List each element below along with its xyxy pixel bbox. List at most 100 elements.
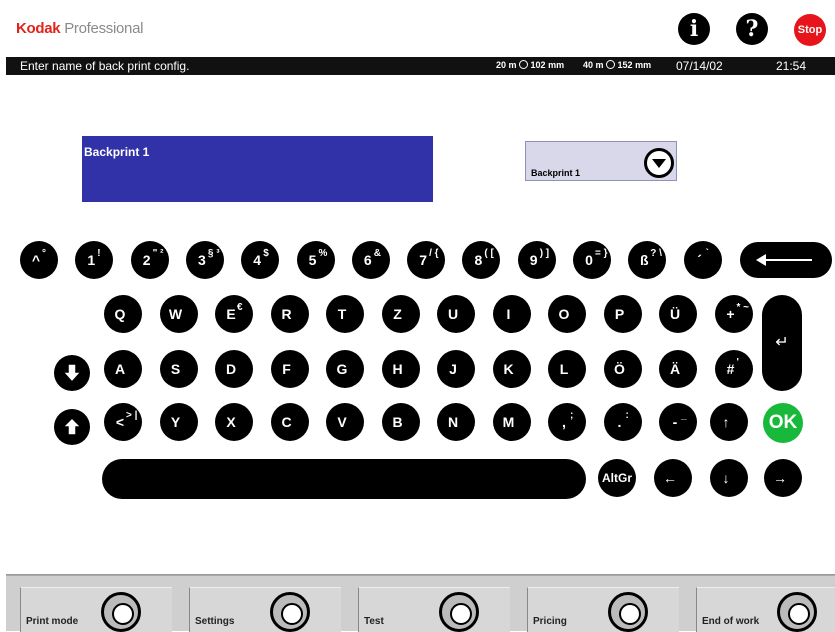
key-row4-10[interactable]: .:	[603, 403, 642, 441]
key-row3-6[interactable]: H	[381, 350, 420, 388]
key-8-label: 7	[419, 252, 427, 268]
info-icon[interactable]: i	[678, 13, 710, 45]
key-row2-9[interactable]: O	[548, 295, 586, 333]
status-time: 21:54	[776, 59, 807, 73]
key-row2-1[interactable]: Q	[104, 295, 142, 333]
key-row4-1[interactable]: < > |	[104, 403, 142, 441]
key-row3-8[interactable]: K	[492, 350, 531, 388]
backspace-key[interactable]	[740, 242, 832, 278]
arrow-up-key[interactable]: ↑	[710, 403, 748, 441]
key-7[interactable]: 6 &	[351, 241, 390, 279]
key-row2-12[interactable]: + * ~	[714, 295, 753, 333]
key-row3-12-label: #	[726, 361, 735, 377]
key-11-alt-label: = }	[595, 248, 608, 259]
arrow-right-key[interactable]: →	[764, 459, 802, 497]
key-11[interactable]: 0 = }	[573, 241, 611, 279]
brand-kodak: Kodak	[16, 20, 61, 37]
key-row4-4[interactable]: C	[270, 403, 309, 441]
key-row4-8-label: M	[502, 414, 515, 430]
key-row3-6-label: H	[392, 361, 403, 377]
key-3[interactable]: 2 " ²	[130, 241, 169, 279]
key-row4-3[interactable]: X	[215, 403, 253, 441]
key-4[interactable]: 3 § ³	[185, 241, 224, 279]
key-row4-10-alt-label: :	[625, 410, 629, 421]
key-row3-4[interactable]: F	[270, 350, 309, 388]
key-8[interactable]: 7/ {	[407, 241, 446, 279]
key-row3-5[interactable]: G	[326, 350, 364, 388]
key-7-alt-label: &	[373, 248, 382, 259]
key-row2-8[interactable]: I	[492, 295, 531, 333]
arrow-down-key[interactable]: ↓	[710, 459, 748, 497]
key-row4-8[interactable]: M	[492, 403, 531, 441]
key-row4-9[interactable]: ,;	[548, 403, 586, 441]
config-dropdown[interactable]: Backprint 1	[525, 141, 677, 181]
key-row3-5-label: G	[336, 361, 348, 377]
key-2-label: 1	[87, 252, 96, 268]
key-1[interactable]: ^ °	[20, 241, 58, 279]
key-row3-12[interactable]: # '	[714, 350, 753, 388]
key-row3-7[interactable]: J	[437, 350, 475, 388]
softkey-knob-icon[interactable]	[608, 592, 648, 632]
help-icon[interactable]: ?	[736, 13, 768, 45]
key-10-label: 9	[529, 252, 538, 268]
stop-button[interactable]: Stop	[794, 14, 826, 46]
shift-key[interactable]	[54, 409, 90, 445]
key-2[interactable]: 1!	[75, 241, 114, 279]
softkey-label: Test	[364, 616, 384, 627]
key-row3-2[interactable]: S	[159, 350, 198, 388]
key-row4-2[interactable]: Y	[159, 403, 198, 441]
key-row2-10-label: P	[614, 306, 625, 322]
key-5-label: 4	[253, 252, 262, 268]
chevron-down-icon[interactable]	[644, 148, 674, 178]
key-6[interactable]: 5%	[296, 241, 335, 279]
arrow-left-key[interactable]: ←	[654, 459, 692, 497]
key-12[interactable]: ß? \	[628, 241, 667, 279]
softkey-knob-icon[interactable]	[270, 592, 310, 632]
key-13[interactable]: ´ `	[683, 241, 722, 279]
key-row4-11[interactable]: - _	[659, 403, 697, 441]
key-row2-6[interactable]: Z	[381, 295, 420, 333]
softkey-print-mode[interactable]: Print mode	[20, 587, 172, 632]
key-row4-2-label: Y	[170, 414, 181, 430]
key-row3-10[interactable]: Ö	[603, 350, 642, 388]
key-9[interactable]: 8( [	[462, 241, 501, 279]
enter-key[interactable]: ↵	[762, 295, 802, 391]
key-10[interactable]: 9) ]	[517, 241, 556, 279]
key-5[interactable]: 4 $	[241, 241, 280, 279]
softkey-end-of-work[interactable]: End of work	[696, 587, 835, 632]
key-8-alt-label: / {	[429, 248, 439, 259]
key-row4-7[interactable]: N	[437, 403, 475, 441]
key-row2-7[interactable]: U	[437, 295, 475, 333]
key-row3-3[interactable]: D	[215, 350, 253, 388]
config-name-field[interactable]: Backprint 1	[82, 136, 433, 202]
softkey-pricing[interactable]: Pricing	[527, 587, 679, 632]
key-13-label: ´	[697, 252, 702, 268]
softkey-knob-icon[interactable]	[439, 592, 479, 632]
key-6-label: 5	[308, 252, 317, 268]
key-row2-2-label: W	[168, 306, 183, 322]
caps-lock-key[interactable]	[54, 355, 90, 391]
media-2-status: 40 m 152 mm	[583, 60, 651, 70]
key-row2-4[interactable]: R	[270, 295, 309, 333]
key-row3-9[interactable]: L	[548, 350, 586, 388]
softkey-settings[interactable]: Settings	[189, 587, 341, 632]
key-row4-1-label: <	[115, 414, 125, 430]
key-row2-2[interactable]: W	[159, 295, 198, 333]
softkey-knob-icon[interactable]	[101, 592, 141, 632]
key-row4-5[interactable]: V	[326, 403, 364, 441]
space-key[interactable]	[102, 459, 586, 499]
kodak-professional-logo: Kodak Professional	[16, 20, 143, 37]
softkey-knob-icon[interactable]	[777, 592, 817, 632]
key-row4-6[interactable]: B	[381, 403, 420, 441]
altgr-key[interactable]: AltGr	[598, 459, 636, 497]
key-row2-3[interactable]: E €	[215, 295, 253, 333]
key-row4-9-alt-label: ;	[570, 410, 574, 421]
key-row2-5[interactable]: T	[326, 295, 364, 333]
key-row2-11[interactable]: Ü	[659, 295, 697, 333]
key-row2-10[interactable]: P	[603, 295, 642, 333]
softkey-test[interactable]: Test	[358, 587, 510, 632]
ok-button[interactable]: OK	[763, 403, 803, 443]
key-1-alt-label: °	[42, 248, 46, 259]
key-row3-11[interactable]: Ä	[659, 350, 697, 388]
key-row3-1[interactable]: A	[104, 350, 142, 388]
